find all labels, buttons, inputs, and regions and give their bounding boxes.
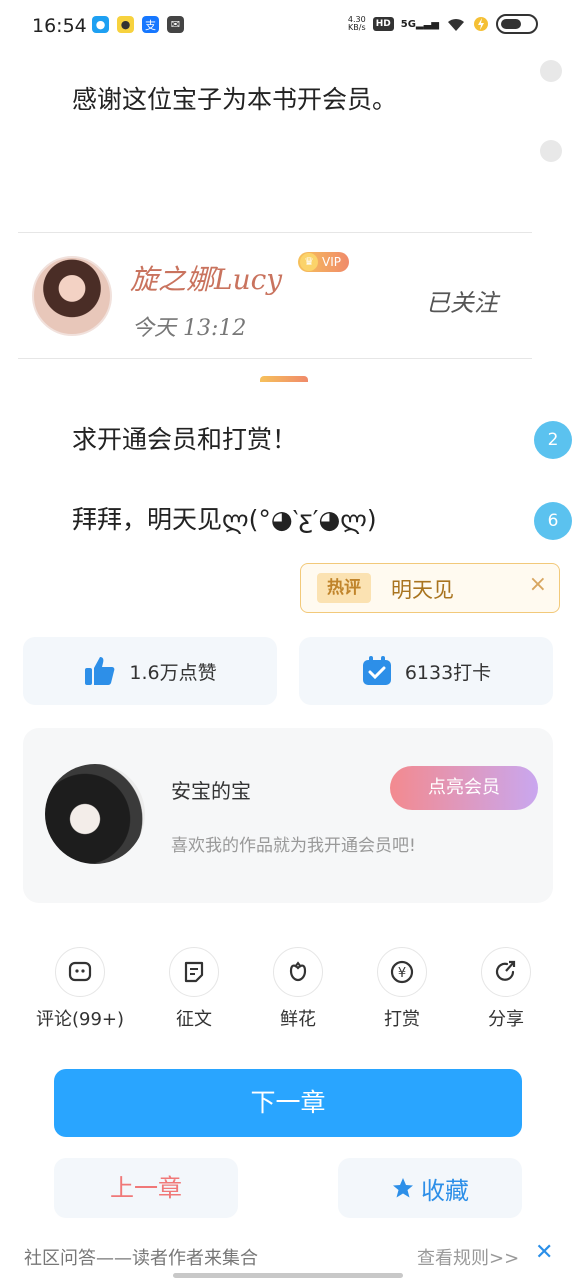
like-button[interactable]: 1.6万点赞	[23, 637, 277, 705]
system-status: 4.30 KB/s HD 5G▂▃▅	[348, 14, 538, 34]
follow-status[interactable]: 已关注	[426, 283, 498, 318]
signal-label: 5G	[400, 18, 416, 30]
comment-time: 今天 13:12	[132, 316, 247, 341]
flower-icon	[273, 947, 323, 997]
view-rules-link[interactable]: 查看规则>>	[417, 1244, 519, 1270]
status-time: 16:54	[32, 15, 87, 37]
comment-icon	[55, 947, 105, 997]
alipay-icon: 支	[142, 16, 159, 33]
like-count: 1.6万点赞	[129, 661, 217, 684]
document-icon	[169, 947, 219, 997]
side-dot	[540, 60, 562, 82]
activate-membership-button[interactable]: 点亮会员	[390, 766, 538, 810]
divider	[18, 358, 532, 359]
paragraph-text: 拜拜，明天见ლ(°◕‵ƹ′◕ლ)	[72, 505, 377, 534]
vip-badge: ♛ VIP	[298, 252, 349, 272]
wifi-icon	[448, 18, 464, 31]
signal-icon: 5G▂▃▅	[400, 18, 439, 30]
checkin-button[interactable]: 6133打卡	[299, 637, 553, 705]
app-icon: ●	[117, 16, 134, 33]
tip-label: 打赏	[384, 1009, 420, 1030]
status-bar: 16:54 ● ● 支 ✉ 4.30 KB/s HD 5G▂▃▅	[0, 0, 576, 54]
qq-icon: ●	[92, 16, 109, 33]
comment-label: 评论(99+)	[35, 1009, 125, 1030]
author-name[interactable]: 安宝的宝	[171, 775, 251, 804]
charging-icon	[474, 17, 488, 31]
author-description: 喜欢我的作品就为我开通会员吧!	[171, 836, 416, 856]
net-speed-unit: KB/s	[348, 23, 366, 32]
essay-label: 征文	[176, 1009, 212, 1030]
author-avatar[interactable]	[45, 764, 145, 864]
previous-chapter-button[interactable]: 上一章	[54, 1158, 238, 1218]
vip-label: VIP	[322, 255, 341, 269]
hd-icon: HD	[372, 17, 394, 31]
hot-comment-tag: 热评	[317, 573, 371, 603]
net-speed: 4.30 KB/s	[348, 16, 366, 32]
yen-icon: ¥	[377, 947, 427, 997]
hot-comment-text: 明天见	[391, 578, 454, 602]
crown-icon: ♛	[300, 253, 318, 271]
calendar-check-icon	[362, 656, 391, 685]
paragraph-comment-count[interactable]: 6	[534, 502, 572, 540]
flower-label: 鲜花	[280, 1009, 316, 1030]
flower-action[interactable]: 鲜花	[253, 947, 343, 1031]
author-card: 安宝的宝 喜欢我的作品就为我开通会员吧! 点亮会员	[23, 728, 553, 903]
share-icon	[481, 947, 531, 997]
checkin-count: 6133打卡	[404, 661, 492, 684]
svg-text:¥: ¥	[398, 966, 406, 981]
comment-text: 感谢这位宝子为本书开会员。	[72, 85, 398, 114]
comment-action[interactable]: 评论(99+)	[35, 947, 125, 1031]
side-dot	[540, 140, 562, 162]
notification-icons: ● ● 支 ✉	[92, 16, 184, 33]
essay-action[interactable]: 征文	[149, 947, 239, 1031]
paragraph-text: 求开通会员和打赏！	[72, 425, 298, 454]
favorite-button[interactable]: 收藏	[338, 1158, 522, 1218]
close-icon[interactable]: ×	[529, 572, 547, 597]
community-banner-title[interactable]: 社区问答——读者作者来集合	[24, 1244, 258, 1270]
share-label: 分享	[488, 1009, 524, 1030]
commenter-avatar[interactable]	[32, 256, 112, 336]
share-action[interactable]: 分享	[461, 947, 551, 1031]
favorite-label: 收藏	[421, 1176, 469, 1205]
message-icon: ✉	[167, 16, 184, 33]
close-icon[interactable]: ✕	[535, 1240, 553, 1265]
paragraph-comment-count[interactable]: 2	[534, 421, 572, 459]
next-chapter-button[interactable]: 下一章	[54, 1069, 522, 1137]
star-icon	[393, 1178, 413, 1198]
thumbs-up-icon	[85, 657, 115, 685]
hot-comment-popup[interactable]: 热评 明天见 ×	[300, 563, 560, 613]
battery-icon	[496, 14, 538, 34]
tip-action[interactable]: ¥ 打赏	[357, 947, 447, 1031]
divider	[18, 232, 532, 233]
home-indicator[interactable]	[173, 1273, 403, 1278]
commenter-name[interactable]: 旋之娜Lucy	[130, 258, 282, 298]
partial-badge	[260, 376, 308, 382]
